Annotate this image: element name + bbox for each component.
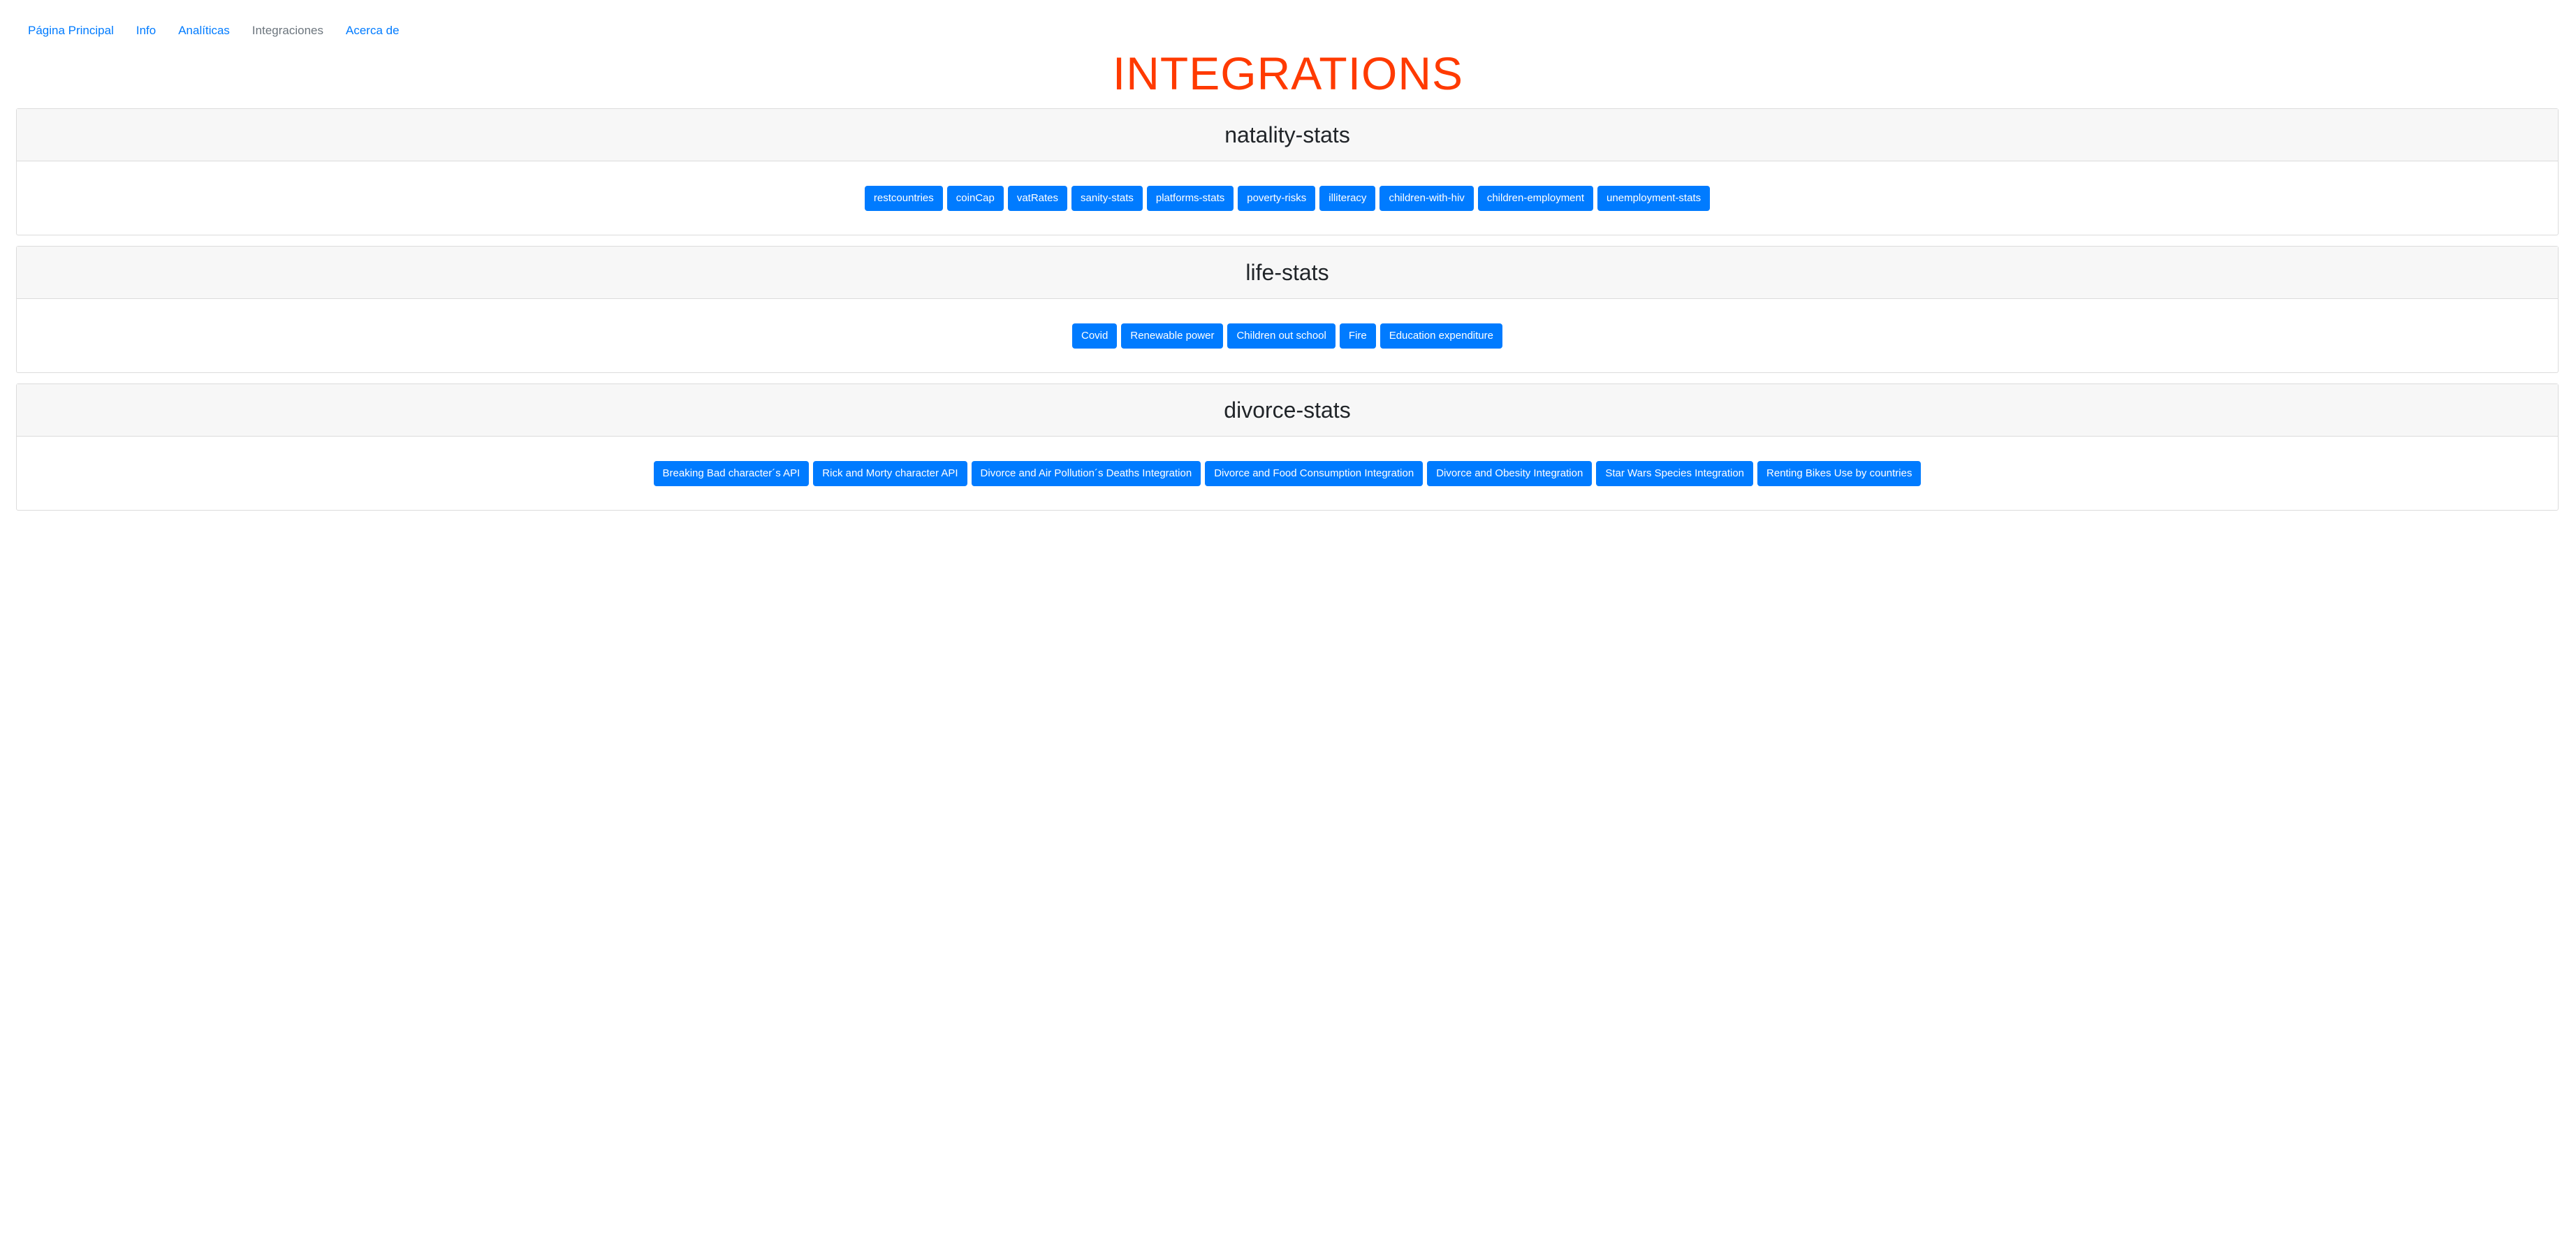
integration-button-unemployment-stats[interactable]: unemployment-stats [1597,185,1711,211]
integration-button-children-with-hiv[interactable]: children-with-hiv [1380,185,1474,211]
section-buttons: restcountries coinCap vatRates sanity-st… [17,161,2558,235]
integration-button-children-employment[interactable]: children-employment [1477,185,1594,211]
section-card-life: life-stats Covid Renewable power Childre… [16,246,2559,373]
section-title: life-stats [1245,259,1329,285]
integration-button-obesity[interactable]: Divorce and Obesity Integration [1427,460,1593,486]
integration-button-star-wars-species[interactable]: Star Wars Species Integration [1596,460,1754,486]
integration-button-renewable-power[interactable]: Renewable power [1121,323,1224,349]
nav-link-analytics[interactable]: Analíticas [167,18,241,43]
section-card-divorce: divorce-stats Breaking Bad character´s A… [16,383,2559,511]
integration-button-platforms-stats[interactable]: platforms-stats [1146,185,1234,211]
integration-button-restcountries[interactable]: restcountries [864,185,943,211]
section-header: natality-stats [17,109,2558,161]
nav-link-home[interactable]: Página Principal [17,18,125,43]
nav-link-integrations[interactable]: Integraciones [241,18,335,43]
integration-button-renting-bikes[interactable]: Renting Bikes Use by countries [1757,460,1922,486]
integration-button-coincap[interactable]: coinCap [946,185,1004,211]
integration-button-education-expenditure[interactable]: Education expenditure [1380,323,1502,349]
integration-button-breaking-bad[interactable]: Breaking Bad character´s API [653,460,810,486]
section-header: life-stats [17,247,2558,299]
integration-button-sanity-stats[interactable]: sanity-stats [1071,185,1143,211]
section-header: divorce-stats [17,384,2558,437]
section-card-natality: natality-stats restcountries coinCap vat… [16,108,2559,235]
top-nav: Página Principal Info Analíticas Integra… [17,18,411,43]
integration-button-poverty-risks[interactable]: poverty-risks [1238,185,1316,211]
integration-button-fire[interactable]: Fire [1339,323,1376,349]
integration-button-vatrates[interactable]: vatRates [1007,185,1068,211]
integration-button-covid[interactable]: Covid [1072,323,1118,349]
section-title: natality-stats [1224,122,1350,147]
nav-link-info[interactable]: Info [125,18,167,43]
section-buttons: Covid Renewable power Children out schoo… [17,299,2558,372]
integration-button-illiteracy[interactable]: illiteracy [1319,185,1376,211]
integration-button-food-consumption[interactable]: Divorce and Food Consumption Integration [1205,460,1424,486]
section-buttons: Breaking Bad character´s API Rick and Mo… [17,437,2558,510]
nav-link-about[interactable]: Acerca de [335,18,411,43]
integration-button-rick-and-morty[interactable]: Rick and Morty character API [813,460,967,486]
page-title: INTEGRATIONS [1112,48,1464,99]
integration-button-air-pollution[interactable]: Divorce and Air Pollution´s Deaths Integ… [971,460,1201,486]
section-title: divorce-stats [1224,397,1351,423]
integration-button-children-out-school[interactable]: Children out school [1227,323,1335,349]
